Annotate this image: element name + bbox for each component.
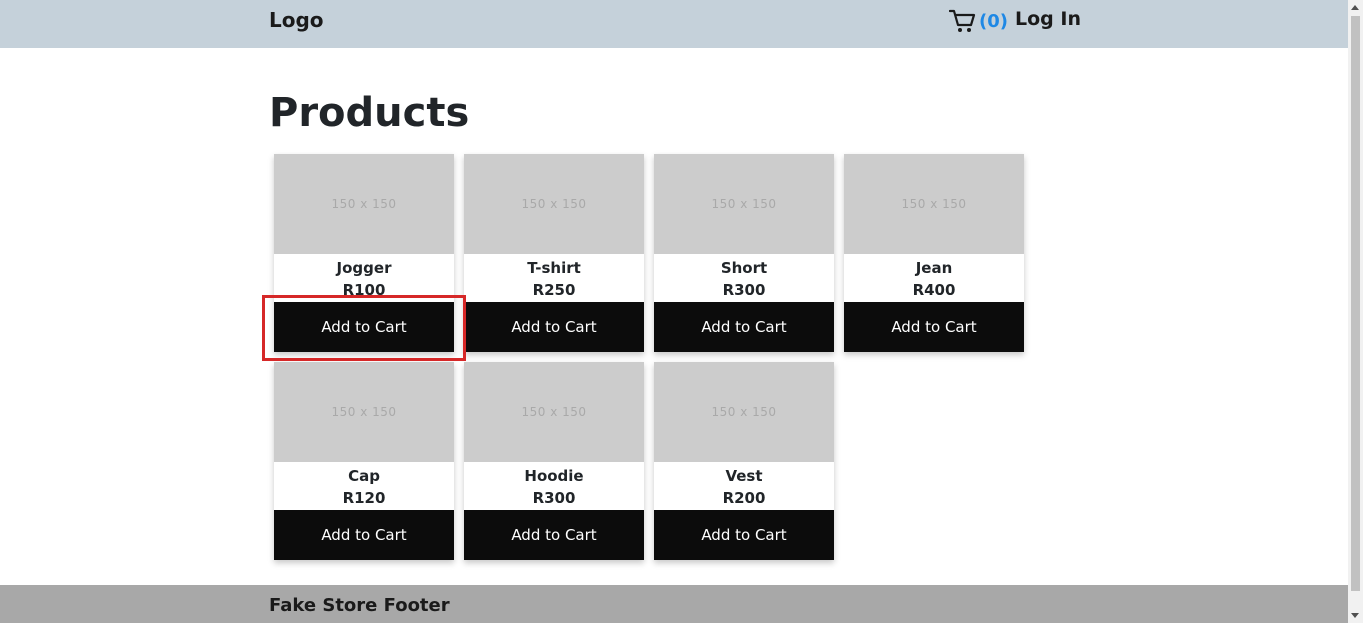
- footer: Fake Store Footer: [0, 585, 1348, 623]
- product-name: Short: [720, 259, 768, 277]
- product-image: 150 x 150: [274, 362, 454, 462]
- image-placeholder-text: 150 x 150: [711, 405, 777, 419]
- product-price: R100: [342, 281, 386, 299]
- image-placeholder-text: 150 x 150: [331, 405, 397, 419]
- cart-icon: [949, 8, 977, 34]
- logo[interactable]: Logo: [269, 8, 324, 32]
- product-image: 150 x 150: [844, 154, 1024, 254]
- product-card: 150 x 150 Short R300 Add to Cart: [654, 154, 834, 352]
- product-price: R200: [722, 489, 766, 507]
- product-card: 150 x 150 Hoodie R300 Add to Cart: [464, 362, 644, 560]
- vertical-scrollbar[interactable]: [1348, 0, 1363, 623]
- product-name: Jogger: [336, 259, 392, 277]
- product-card: 150 x 150 Jean R400 Add to Cart: [844, 154, 1024, 352]
- add-to-cart-button[interactable]: Add to Cart: [274, 302, 454, 352]
- page: Logo (0) Log In Products 150 x 150 Jogge…: [0, 0, 1363, 623]
- scrollbar-thumb[interactable]: [1351, 16, 1360, 591]
- product-name: Vest: [725, 467, 763, 485]
- product-price: R300: [722, 281, 766, 299]
- product-name: Jean: [915, 259, 953, 277]
- product-card: 150 x 150 Vest R200 Add to Cart: [654, 362, 834, 560]
- image-placeholder-text: 150 x 150: [521, 197, 587, 211]
- product-name: T-shirt: [527, 259, 581, 277]
- product-image: 150 x 150: [464, 362, 644, 462]
- cart-count: (0): [979, 10, 1008, 32]
- product-grid: 150 x 150 Jogger R100 Add to Cart 150 x …: [274, 154, 1034, 560]
- add-to-cart-button[interactable]: Add to Cart: [844, 302, 1024, 352]
- image-placeholder-text: 150 x 150: [711, 197, 777, 211]
- add-to-cart-button[interactable]: Add to Cart: [464, 302, 644, 352]
- navbar: Logo (0) Log In: [0, 0, 1348, 48]
- scroll-up-arrow-icon[interactable]: [1351, 5, 1359, 10]
- image-placeholder-text: 150 x 150: [331, 197, 397, 211]
- product-price: R250: [532, 281, 576, 299]
- product-card: 150 x 150 Cap R120 Add to Cart: [274, 362, 454, 560]
- image-placeholder-text: 150 x 150: [521, 405, 587, 419]
- add-to-cart-button[interactable]: Add to Cart: [464, 510, 644, 560]
- product-name: Hoodie: [524, 467, 584, 485]
- image-placeholder-text: 150 x 150: [901, 197, 967, 211]
- product-image: 150 x 150: [654, 362, 834, 462]
- product-price: R400: [912, 281, 956, 299]
- add-to-cart-button[interactable]: Add to Cart: [274, 510, 454, 560]
- footer-text: Fake Store Footer: [269, 595, 450, 616]
- product-price: R300: [532, 489, 576, 507]
- product-image: 150 x 150: [274, 154, 454, 254]
- cart-link[interactable]: (0): [949, 8, 1008, 34]
- add-to-cart-button[interactable]: Add to Cart: [654, 302, 834, 352]
- product-image: 150 x 150: [464, 154, 644, 254]
- add-to-cart-button[interactable]: Add to Cart: [654, 510, 834, 560]
- product-card: 150 x 150 T-shirt R250 Add to Cart: [464, 154, 644, 352]
- page-title: Products: [269, 90, 470, 136]
- login-link[interactable]: Log In: [1015, 8, 1081, 30]
- product-card: 150 x 150 Jogger R100 Add to Cart: [274, 154, 454, 352]
- scroll-down-arrow-icon[interactable]: [1351, 613, 1359, 618]
- product-price: R120: [342, 489, 386, 507]
- product-image: 150 x 150: [654, 154, 834, 254]
- product-name: Cap: [348, 467, 380, 485]
